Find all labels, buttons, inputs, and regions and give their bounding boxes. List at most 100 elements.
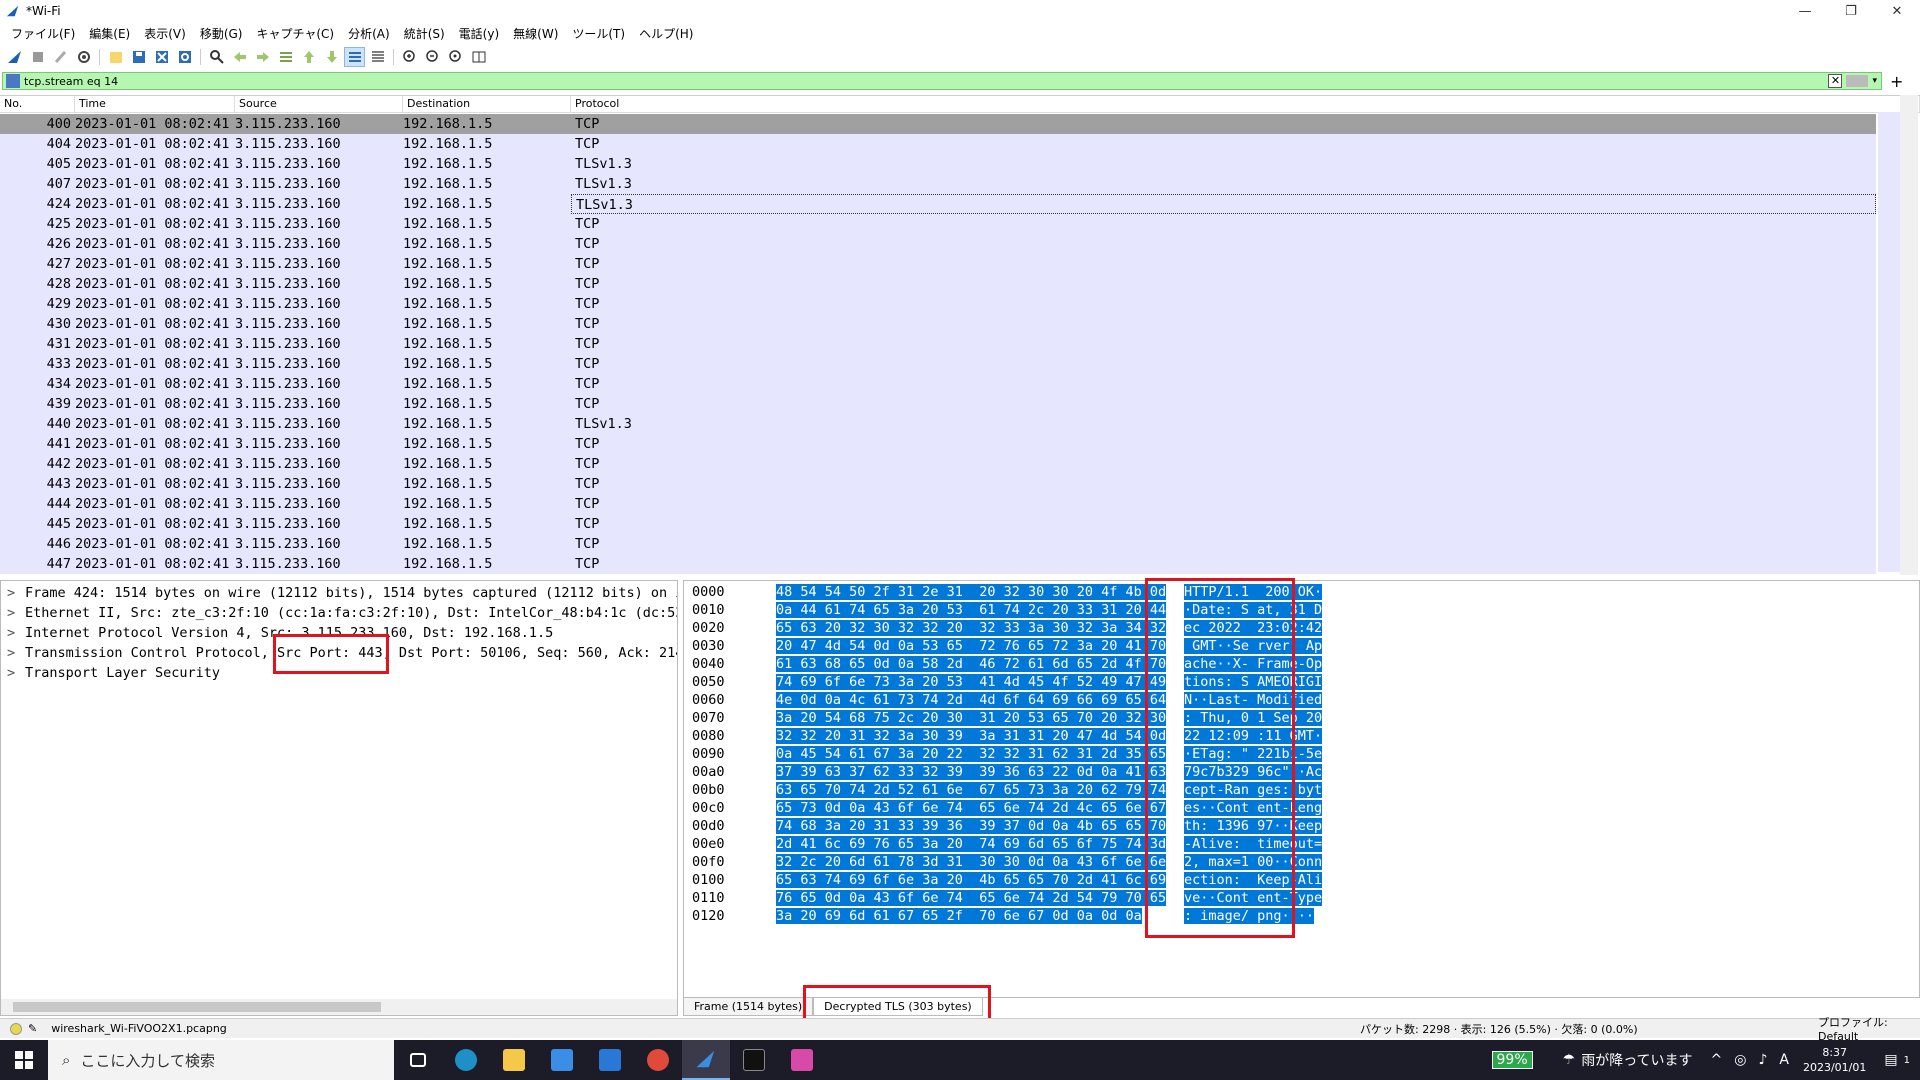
packet-row[interactable]: 407 2023-01-01 08:02:41 3.115.233.160 192.1…	[0, 174, 1876, 194]
start-button[interactable]	[0, 1040, 48, 1080]
chevron-up-icon[interactable]: ^	[1711, 1052, 1723, 1068]
open-file-button[interactable]	[105, 47, 126, 67]
byte-row[interactable]: 0010 0a 44 61 74 65 3a 20 53 61 74 2c 20 …	[684, 601, 1919, 619]
wireshark-button[interactable]	[682, 1040, 730, 1080]
clear-filter-icon[interactable]: ✕	[1828, 74, 1843, 88]
zoom-in-button[interactable]	[399, 47, 420, 67]
byte-row[interactable]: 0050 74 69 6f 6e 73 3a 20 53 41 4d 45 4f …	[684, 673, 1919, 691]
packet-row[interactable]: 446 2023-01-01 08:02:41 3.115.233.160 192.1…	[0, 534, 1876, 554]
packet-row[interactable]: 442 2023-01-01 08:02:41 3.115.233.160 192.1…	[0, 454, 1876, 474]
column-destination[interactable]: Destination	[403, 96, 571, 112]
detail-row[interactable]: > Ethernet II, Src: zte_c3:2f:10 (cc:1a:f…	[1, 603, 677, 623]
packet-row[interactable]: 443 2023-01-01 08:02:41 3.115.233.160 192.1…	[0, 474, 1876, 494]
apply-filter-icon[interactable]	[1846, 75, 1869, 87]
start-capture-button[interactable]	[4, 47, 25, 67]
zoom-out-button[interactable]	[422, 47, 443, 67]
packet-row[interactable]: 425 2023-01-01 08:02:41 3.115.233.160 192.1…	[0, 214, 1876, 234]
packet-row[interactable]: 447 2023-01-01 08:02:41 3.115.233.160 192.1…	[0, 554, 1876, 574]
menu-view[interactable]: 表示(V)	[137, 25, 193, 42]
menu-tools[interactable]: ツール(T)	[565, 25, 632, 42]
weather-icon[interactable]: ☂	[1563, 1052, 1576, 1068]
resize-columns-button[interactable]	[468, 47, 489, 67]
maximize-button[interactable]: ❐	[1828, 0, 1874, 22]
packet-row[interactable]: 433 2023-01-01 08:02:41 3.115.233.160 192.1…	[0, 354, 1876, 374]
stop-capture-button[interactable]	[27, 47, 48, 67]
byte-row[interactable]: 0120 3a 20 69 6d 61 67 65 2f 70 6e 67 0d …	[684, 907, 1919, 925]
network-icon[interactable]: ◎	[1734, 1052, 1746, 1068]
packet-row[interactable]: 424 2023-01-01 08:02:41 3.115.233.160 192.1…	[0, 194, 1876, 214]
byte-row[interactable]: 0020 65 63 20 32 30 32 32 20 32 33 3a 30 …	[684, 619, 1919, 637]
menu-telephony[interactable]: 電話(y)	[452, 25, 506, 42]
close-file-button[interactable]	[151, 47, 172, 67]
expand-arrow-icon[interactable]: >	[7, 583, 25, 603]
menu-statistics[interactable]: 統計(S)	[397, 25, 452, 42]
packet-row[interactable]: 430 2023-01-01 08:02:41 3.115.233.160 192.1…	[0, 314, 1876, 334]
byte-row[interactable]: 00f0 32 2c 20 6d 61 78 3d 31 30 30 0d 0a …	[684, 853, 1919, 871]
column-protocol[interactable]: Protocol	[571, 96, 1920, 112]
packet-row[interactable]: 405 2023-01-01 08:02:41 3.115.233.160 192.1…	[0, 154, 1876, 174]
colorize-button[interactable]	[367, 47, 388, 67]
packet-row[interactable]: 429 2023-01-01 08:02:41 3.115.233.160 192.1…	[0, 294, 1876, 314]
weather-text[interactable]: 雨が降っています	[1581, 1050, 1692, 1070]
taskbar-search[interactable]: ⌕ ここに入力して検索	[48, 1040, 394, 1080]
go-first-button[interactable]	[298, 47, 319, 67]
packet-list-scrollbar[interactable]	[1900, 95, 1918, 575]
byte-row[interactable]: 0110 76 65 0d 0a 43 6f 6e 74 65 6e 74 2d …	[684, 889, 1919, 907]
expand-arrow-icon[interactable]: >	[7, 643, 25, 663]
byte-row[interactable]: 0090 0a 45 54 61 67 3a 20 22 32 32 31 62 …	[684, 745, 1919, 763]
chrome-button[interactable]	[634, 1040, 682, 1080]
column-source[interactable]: Source	[235, 96, 403, 112]
menu-edit[interactable]: 編集(E)	[82, 25, 137, 42]
packet-row[interactable]: 404 2023-01-01 08:02:41 3.115.233.160 192.1…	[0, 134, 1876, 154]
byte-row[interactable]: 0060 4e 0d 0a 4c 61 73 74 2d 4d 6f 64 69 …	[684, 691, 1919, 709]
store-button[interactable]	[538, 1040, 586, 1080]
zoom-reset-button[interactable]	[445, 47, 466, 67]
packet-row[interactable]: 444 2023-01-01 08:02:41 3.115.233.160 192.1…	[0, 494, 1876, 514]
find-packet-button[interactable]	[206, 47, 227, 67]
packet-row[interactable]: 428 2023-01-01 08:02:41 3.115.233.160 192.1…	[0, 274, 1876, 294]
ime-indicator[interactable]: A	[1779, 1052, 1789, 1068]
filter-history-dropdown[interactable]: ▾	[1872, 76, 1877, 86]
save-file-button[interactable]	[128, 47, 149, 67]
terminal-button[interactable]	[730, 1040, 778, 1080]
details-hscrollbar[interactable]	[1, 999, 677, 1015]
packet-row[interactable]: 400 2023-01-01 08:02:41 3.115.233.160 192.1…	[0, 114, 1876, 134]
byte-row[interactable]: 00b0 63 65 70 74 2d 52 61 6e 67 65 73 3a …	[684, 781, 1919, 799]
restart-capture-button[interactable]	[50, 47, 71, 67]
capture-options-button[interactable]	[73, 47, 94, 67]
byte-row[interactable]: 00a0 37 39 63 37 62 33 32 39 39 36 63 22 …	[684, 763, 1919, 781]
expand-arrow-icon[interactable]: >	[7, 663, 25, 683]
packet-row[interactable]: 427 2023-01-01 08:02:41 3.115.233.160 192.1…	[0, 254, 1876, 274]
task-view-button[interactable]	[394, 1040, 442, 1080]
byte-row[interactable]: 00c0 65 73 0d 0a 43 6f 6e 74 65 6e 74 2d …	[684, 799, 1919, 817]
menu-capture[interactable]: キャプチャ(C)	[249, 25, 341, 42]
bookmark-icon[interactable]	[6, 74, 20, 88]
reload-file-button[interactable]	[174, 47, 195, 67]
app-button[interactable]	[778, 1040, 826, 1080]
menu-analyze[interactable]: 分析(A)	[341, 25, 397, 42]
column-no[interactable]: No.	[0, 96, 75, 112]
packet-row[interactable]: 426 2023-01-01 08:02:41 3.115.233.160 192.1…	[0, 234, 1876, 254]
notification-icon[interactable]: ▤	[1884, 1052, 1897, 1068]
packet-row[interactable]: 445 2023-01-01 08:02:41 3.115.233.160 192.1…	[0, 514, 1876, 534]
packet-row[interactable]: 439 2023-01-01 08:02:41 3.115.233.160 192.1…	[0, 394, 1876, 414]
auto-scroll-button[interactable]	[344, 47, 365, 67]
go-last-button[interactable]	[321, 47, 342, 67]
packet-row[interactable]: 431 2023-01-01 08:02:41 3.115.233.160 192.1…	[0, 334, 1876, 354]
packet-row[interactable]: 440 2023-01-01 08:02:41 3.115.233.160 192.1…	[0, 414, 1876, 434]
menu-file[interactable]: ファイル(F)	[4, 25, 82, 42]
go-to-packet-button[interactable]	[275, 47, 296, 67]
menu-wireless[interactable]: 無線(W)	[506, 25, 565, 42]
packet-row[interactable]: 441 2023-01-01 08:02:41 3.115.233.160 192.1…	[0, 434, 1876, 454]
byte-row[interactable]: 0040 61 63 68 65 0d 0a 58 2d 46 72 61 6d …	[684, 655, 1919, 673]
byte-row[interactable]: 0080 32 32 20 31 32 3a 30 39 3a 31 31 20 …	[684, 727, 1919, 745]
byte-row[interactable]: 00d0 74 68 3a 20 31 33 39 36 39 37 0d 0a …	[684, 817, 1919, 835]
packet-minimap[interactable]	[1878, 112, 1900, 572]
profile-label[interactable]: プロファイル: Default	[1818, 1014, 1920, 1043]
tab-frame-bytes[interactable]: Frame (1514 bytes)	[683, 998, 814, 1016]
byte-row[interactable]: 0030 20 47 4d 54 0d 0a 53 65 72 76 65 72 …	[684, 637, 1919, 655]
detail-row[interactable]: > Frame 424: 1514 bytes on wire (12112 bi…	[1, 583, 677, 603]
expand-arrow-icon[interactable]: >	[7, 623, 25, 643]
byte-row[interactable]: 0100 65 63 74 69 6f 6e 3a 20 4b 65 65 70 …	[684, 871, 1919, 889]
mail-button[interactable]	[586, 1040, 634, 1080]
